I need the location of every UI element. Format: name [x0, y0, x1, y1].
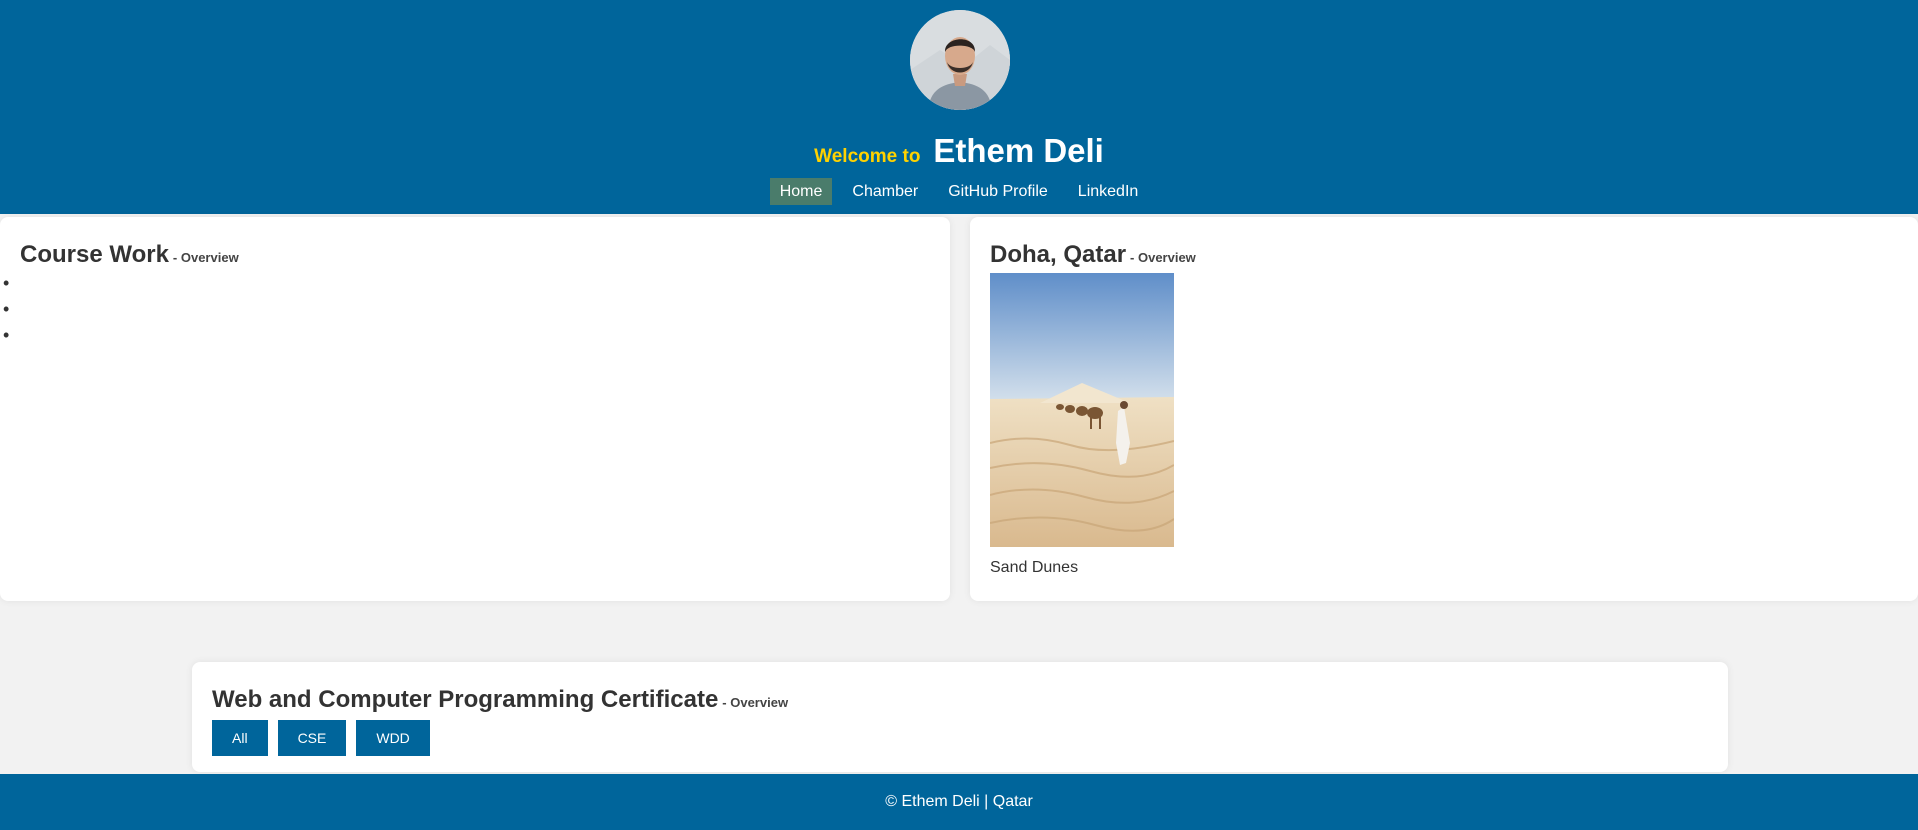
certificate-heading: Web and Computer Programming Certificate: [212, 686, 719, 713]
sand-dunes-photo: [990, 273, 1174, 547]
course-filter-buttons: All CSE WDD: [212, 720, 440, 756]
doha-qatar-card: Doha, Qatar - Overview Sand Dunes: [970, 217, 1918, 601]
course-work-subtitle: - Overview: [172, 250, 239, 265]
filter-wdd-button[interactable]: WDD: [356, 720, 430, 756]
welcome-prefix: Welcome to: [814, 146, 921, 167]
footer-text: © Ethem Deli | Qatar: [885, 793, 1033, 810]
main-nav: Home Chamber GitHub Profile LinkedIn: [0, 178, 1918, 205]
avatar-portrait-icon: [910, 10, 1010, 110]
place-subtitle: - Overview: [1130, 250, 1196, 265]
nav-home[interactable]: Home: [769, 178, 833, 205]
place-heading: Doha, Qatar: [990, 241, 1127, 268]
photo-caption: Sand Dunes: [990, 559, 1079, 576]
certificate-title: Web and Computer Programming Certificate…: [212, 686, 788, 714]
certificate-subtitle: - Overview: [722, 695, 789, 710]
desert-camel-photo-icon: [990, 273, 1174, 547]
certificate-card: Web and Computer Programming Certificate…: [192, 662, 1728, 772]
filter-cse-button[interactable]: CSE: [277, 720, 347, 756]
owner-name: Ethem Deli: [933, 132, 1104, 169]
profile-avatar: [910, 10, 1010, 110]
filter-all-button[interactable]: All: [212, 720, 268, 756]
welcome-heading: Welcome to Ethem Deli: [0, 132, 1918, 170]
site-header: Welcome to Ethem Deli Home Chamber GitHu…: [0, 0, 1918, 214]
site-footer: © Ethem Deli | Qatar: [0, 774, 1918, 830]
place-title: Doha, Qatar - Overview: [990, 241, 1196, 269]
nav-linkedin[interactable]: LinkedIn: [1068, 178, 1149, 205]
nav-chamber[interactable]: Chamber: [842, 178, 928, 205]
course-work-card: Course Work - Overview: [0, 217, 950, 601]
course-work-title: Course Work - Overview: [20, 241, 239, 269]
nav-github-profile[interactable]: GitHub Profile: [938, 178, 1058, 205]
course-work-heading: Course Work: [20, 241, 169, 268]
